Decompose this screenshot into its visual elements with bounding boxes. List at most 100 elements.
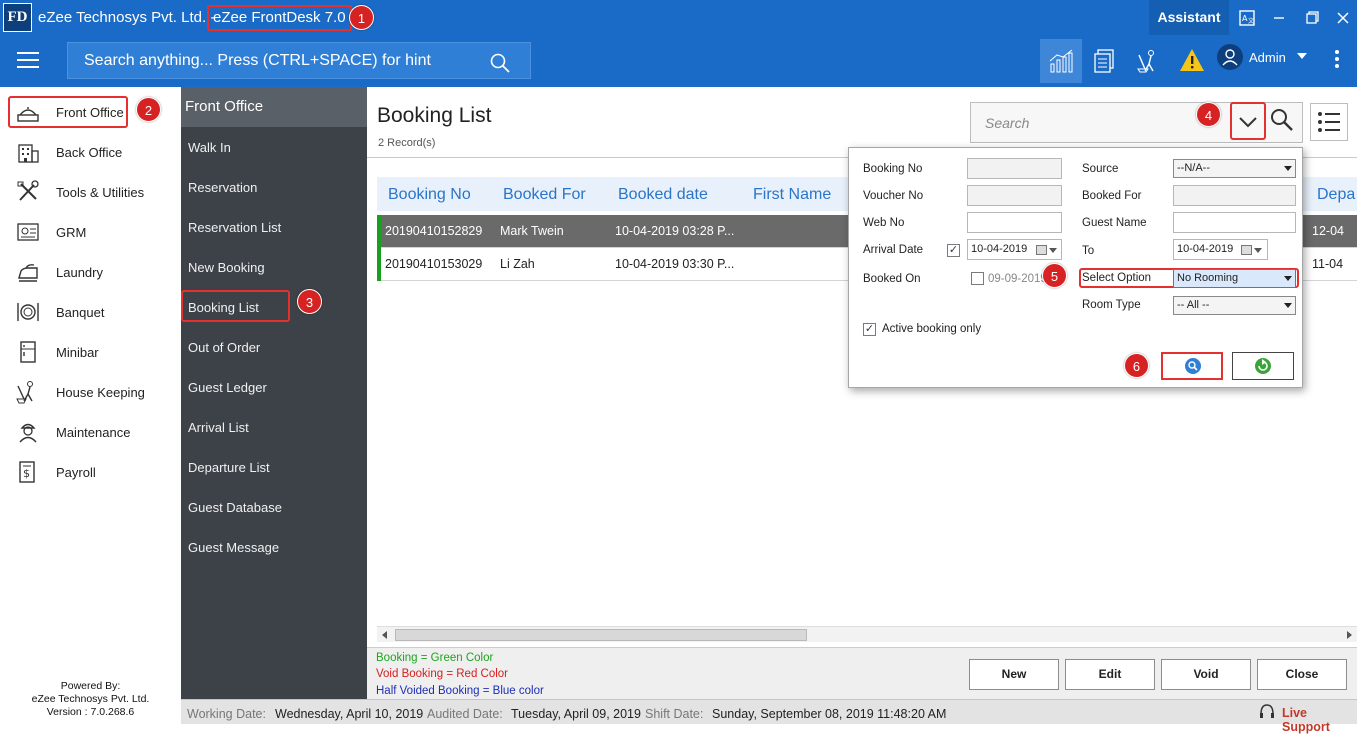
cell-booked-date: 10-04-2019 03:30 P... — [615, 257, 735, 271]
sidebar-item-banquet[interactable]: Banquet — [0, 292, 181, 332]
avatar — [1217, 44, 1243, 70]
cell-departure: 11-04 — [1312, 257, 1344, 271]
room-type-select[interactable]: -- All -- — [1173, 296, 1296, 315]
list-search-placeholder: Search — [985, 115, 1030, 131]
legend-void-booking: Void Booking = Red Color — [376, 668, 509, 680]
annotation-badge-3: 3 — [297, 289, 322, 314]
horizontal-scrollbar[interactable] — [377, 626, 1357, 642]
list-search-button[interactable] — [1269, 107, 1295, 136]
column-options-button[interactable] — [1310, 103, 1348, 141]
sidebar-item-house-keeping[interactable]: House Keeping — [0, 372, 181, 412]
submenu-item-out-of-order[interactable]: Out of Order — [188, 340, 260, 355]
column-header-booking-no[interactable]: Booking No — [388, 186, 471, 204]
calendar-icon[interactable] — [1036, 245, 1047, 255]
column-header-departure[interactable]: Depa — [1317, 186, 1355, 204]
chevron-down-icon[interactable] — [1297, 53, 1307, 59]
voucher-no-field — [967, 185, 1062, 206]
submenu-item-arrival-list[interactable]: Arrival List — [188, 420, 249, 435]
booked-on-label: Booked On — [863, 273, 921, 285]
grm-icon — [16, 220, 40, 244]
booking-status-marker — [377, 215, 381, 248]
sidebar-item-back-office[interactable]: Back Office — [0, 132, 181, 172]
live-support-link[interactable]: Live Support — [1282, 706, 1357, 734]
iron-icon — [16, 260, 40, 284]
sidebar-item-grm[interactable]: GRM — [0, 212, 181, 252]
booked-on-checkbox[interactable] — [971, 272, 984, 285]
audited-date-label: Audited Date: — [427, 707, 503, 721]
submenu-item-departure-list[interactable]: Departure List — [188, 460, 270, 475]
column-header-booked-for[interactable]: Booked For — [503, 186, 586, 204]
source-label: Source — [1082, 163, 1119, 175]
arrival-date-checkbox[interactable]: ✓ — [947, 244, 960, 257]
submenu-item-guest-ledger[interactable]: Guest Ledger — [188, 380, 267, 395]
source-value: --N/A-- — [1177, 162, 1210, 174]
housekeeping-icon[interactable] — [1127, 39, 1169, 83]
apply-filter-button[interactable] — [1161, 352, 1223, 380]
warning-icon[interactable] — [1171, 39, 1213, 83]
hamburger-menu-icon[interactable] — [17, 52, 39, 68]
booking-no-label: Booking No — [863, 163, 923, 175]
cell-booking-no: 20190410153029 — [385, 257, 483, 271]
guest-name-field[interactable] — [1173, 212, 1296, 233]
source-select[interactable]: --N/A-- — [1173, 159, 1296, 178]
active-only-label: Active booking only — [882, 323, 982, 335]
close-window-icon[interactable] — [1328, 0, 1357, 35]
submenu-item-reservation-list[interactable]: Reservation List — [188, 220, 281, 235]
scroll-left-icon[interactable] — [380, 628, 390, 642]
select-option-select[interactable]: No Rooming — [1173, 269, 1296, 288]
filter-expand-button[interactable] — [1230, 102, 1266, 140]
calendar-icon[interactable] — [1241, 245, 1252, 255]
column-header-first-name[interactable]: First Name — [753, 186, 831, 204]
submenu-item-walk-in[interactable]: Walk In — [188, 140, 231, 155]
submenu-item-guest-message[interactable]: Guest Message — [188, 540, 279, 555]
chevron-down-icon[interactable] — [1254, 248, 1262, 253]
working-date-value: Wednesday, April 10, 2019 — [275, 707, 424, 721]
reset-filter-button[interactable] — [1232, 352, 1294, 380]
column-header-booked-date[interactable]: Booked date — [618, 186, 708, 204]
new-button[interactable]: New — [969, 659, 1059, 690]
powered-company: eZee Technosys Pvt. Ltd. — [31, 693, 150, 705]
sidebar-item-payroll[interactable]: $ Payroll — [0, 452, 181, 492]
company-name: eZee Technosys Pvt. Ltd. - — [38, 9, 216, 26]
broom-icon — [16, 380, 40, 404]
shift-date-value: Sunday, September 08, 2019 11:48:20 AM — [712, 707, 947, 721]
edit-button[interactable]: Edit — [1065, 659, 1155, 690]
assistant-button[interactable]: Assistant — [1149, 0, 1229, 35]
more-options-icon[interactable] — [1335, 50, 1339, 71]
close-button[interactable]: Close — [1257, 659, 1347, 690]
language-icon[interactable]: A文 — [1232, 0, 1262, 35]
documents-icon[interactable] — [1083, 39, 1125, 83]
sidebar-item-label: Tools & Utilities — [56, 185, 145, 200]
web-no-field[interactable] — [967, 212, 1062, 233]
active-only-checkbox[interactable]: ✓ — [863, 323, 876, 336]
sidebar-item-label: Banquet — [56, 305, 105, 320]
list-icon — [1318, 112, 1340, 132]
dashboard-chart-icon[interactable] — [1040, 39, 1082, 83]
select-option-label: Select Option — [1082, 272, 1152, 284]
arrival-date-label: Arrival Date — [863, 244, 924, 256]
legend-half-voided: Half Voided Booking = Blue color — [376, 685, 544, 697]
headset-icon[interactable] — [1258, 703, 1276, 724]
scroll-right-icon[interactable] — [1344, 628, 1354, 642]
sidebar-item-tools-utilities[interactable]: Tools & Utilities — [0, 172, 181, 212]
chevron-down-icon[interactable] — [1049, 248, 1057, 253]
annotation-badge-1: 1 — [349, 5, 374, 30]
submenu-item-new-booking[interactable]: New Booking — [188, 260, 265, 275]
maximize-icon[interactable] — [1297, 0, 1327, 35]
submenu-item-reservation[interactable]: Reservation — [188, 180, 257, 195]
void-button[interactable]: Void — [1161, 659, 1251, 690]
record-count: 2 Record(s) — [378, 137, 436, 149]
sidebar-item-maintenance[interactable]: Maintenance — [0, 412, 181, 452]
arrival-from-date[interactable]: 10-04-2019 — [967, 239, 1062, 260]
shift-date-label: Shift Date: — [645, 707, 704, 721]
guest-name-label: Guest Name — [1082, 217, 1147, 229]
sidebar-item-laundry[interactable]: Laundry — [0, 252, 181, 292]
building-icon — [16, 140, 40, 164]
global-search-input[interactable]: Search anything... Press (CTRL+SPACE) fo… — [67, 42, 531, 79]
tools-icon — [16, 180, 40, 204]
sidebar-item-minibar[interactable]: Minibar — [0, 332, 181, 372]
submenu-item-guest-database[interactable]: Guest Database — [188, 500, 282, 515]
minimize-icon[interactable] — [1264, 0, 1294, 35]
search-icon[interactable] — [490, 51, 510, 86]
scrollbar-thumb[interactable] — [395, 629, 807, 641]
